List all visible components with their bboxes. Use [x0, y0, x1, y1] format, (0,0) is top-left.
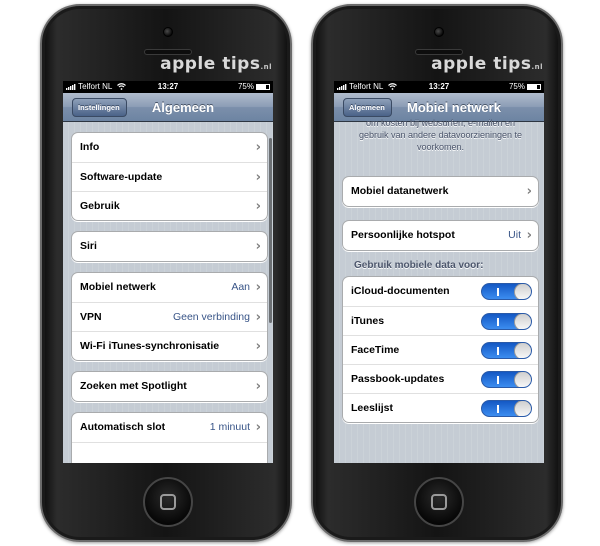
chevron-right-icon: ›	[255, 339, 261, 354]
home-square-icon	[431, 494, 447, 510]
row-usage[interactable]: Gebruik ›	[72, 191, 267, 220]
chevron-right-icon: ›	[255, 310, 261, 325]
section-header: Gebruik mobiele data voor:	[354, 260, 484, 271]
row-vpn[interactable]: VPN Geen verbinding ›	[72, 302, 267, 331]
row-icloud-documents: iCloud-documenten	[343, 277, 538, 306]
chevron-right-icon: ›	[255, 420, 261, 435]
row-auto-lock[interactable]: Automatisch slot 1 minuut ›	[72, 413, 267, 442]
settings-group-data-network: Mobiel datanetwerk ›	[342, 176, 539, 207]
row-spotlight-search[interactable]: Zoeken met Spotlight ›	[72, 372, 267, 401]
home-square-icon	[160, 494, 176, 510]
chevron-right-icon: ›	[526, 228, 532, 243]
row-itunes: iTunes	[343, 306, 538, 335]
row-facetime: FaceTime	[343, 335, 538, 364]
row-value: Uit	[508, 229, 521, 241]
status-bar: Telfort NL 13:27 75%	[334, 81, 544, 93]
settings-group-autolock: Automatisch slot 1 minuut ›	[71, 412, 268, 463]
toggle-switch[interactable]	[481, 342, 532, 359]
battery-percent: 75%	[237, 82, 254, 91]
watermark-logo: apple tips.nl	[431, 54, 543, 74]
phone-left: apple tips.nl Telfort NL 13:27 75% Inste…	[40, 4, 292, 542]
page-title: Algemeen	[151, 100, 215, 115]
settings-group-data-usage: iCloud-documenten iTunes FaceTime Passbo…	[342, 276, 539, 423]
description-text: om kosten bij websurfen, e-mailen en geb…	[358, 118, 523, 152]
settings-group-hotspot: Persoonlijke hotspot Uit ›	[342, 220, 539, 251]
chevron-right-icon: ›	[255, 379, 261, 394]
chevron-right-icon: ›	[255, 280, 261, 295]
toggle-switch[interactable]	[481, 313, 532, 330]
cellular-settings-list: om kosten bij websurfen, e-mailen en geb…	[334, 117, 544, 423]
chevron-right-icon: ›	[255, 239, 261, 254]
home-button[interactable]	[414, 477, 464, 527]
battery-icon	[256, 84, 270, 90]
row-personal-hotspot[interactable]: Persoonlijke hotspot Uit ›	[343, 221, 538, 250]
front-camera	[434, 27, 444, 37]
row-cellular-network[interactable]: Mobiel netwerk Aan ›	[72, 273, 267, 302]
watermark-logo: apple tips.nl	[160, 54, 272, 74]
battery-percent: 75%	[508, 82, 525, 91]
settings-group-about: Info › Software-update › Gebruik ›	[71, 132, 268, 221]
chevron-right-icon: ›	[255, 170, 261, 185]
screen-mobiel-netwerk: Telfort NL 13:27 75% Algemeen Mobiel net…	[334, 81, 544, 463]
row-mobile-data-network[interactable]: Mobiel datanetwerk ›	[343, 177, 538, 206]
settings-group-spotlight: Zoeken met Spotlight ›	[71, 371, 268, 402]
row-passbook-updates: Passbook-updates	[343, 364, 538, 393]
row-value: Aan	[231, 281, 250, 293]
settings-group-siri: Siri ›	[71, 231, 268, 262]
row-value: 1 minuut	[209, 421, 250, 433]
chevron-right-icon: ›	[255, 199, 261, 214]
row-reading-list: Leeslijst	[343, 393, 538, 422]
chevron-right-icon: ›	[255, 140, 261, 155]
toggle-switch[interactable]	[481, 400, 532, 417]
row-next-partial[interactable]	[72, 442, 267, 463]
front-camera	[163, 27, 173, 37]
battery-icon	[527, 84, 541, 90]
home-button[interactable]	[143, 477, 193, 527]
scrollbar[interactable]	[269, 138, 272, 323]
row-software-update[interactable]: Software-update ›	[72, 162, 267, 191]
settings-group-network: Mobiel netwerk Aan › VPN Geen verbinding › W…	[71, 272, 268, 361]
status-bar: Telfort NL 13:27 75%	[63, 81, 273, 93]
toggle-switch[interactable]	[481, 371, 532, 388]
settings-list: Info › Software-update › Gebruik › Siri › Mo…	[63, 132, 273, 463]
row-info[interactable]: Info ›	[72, 133, 267, 162]
screen-algemeen: Telfort NL 13:27 75% Instellingen Algeme…	[63, 81, 273, 463]
row-siri[interactable]: Siri ›	[72, 232, 267, 261]
toggle-switch[interactable]	[481, 283, 532, 300]
chevron-right-icon: ›	[526, 184, 532, 199]
phone-right: apple tips.nl Telfort NL 13:27 75% Algem…	[311, 4, 563, 542]
row-wifi-itunes-sync[interactable]: Wi-Fi iTunes-synchronisatie ›	[72, 331, 267, 360]
navigation-bar: Instellingen Algemeen	[63, 93, 273, 122]
row-value: Geen verbinding	[172, 311, 250, 323]
